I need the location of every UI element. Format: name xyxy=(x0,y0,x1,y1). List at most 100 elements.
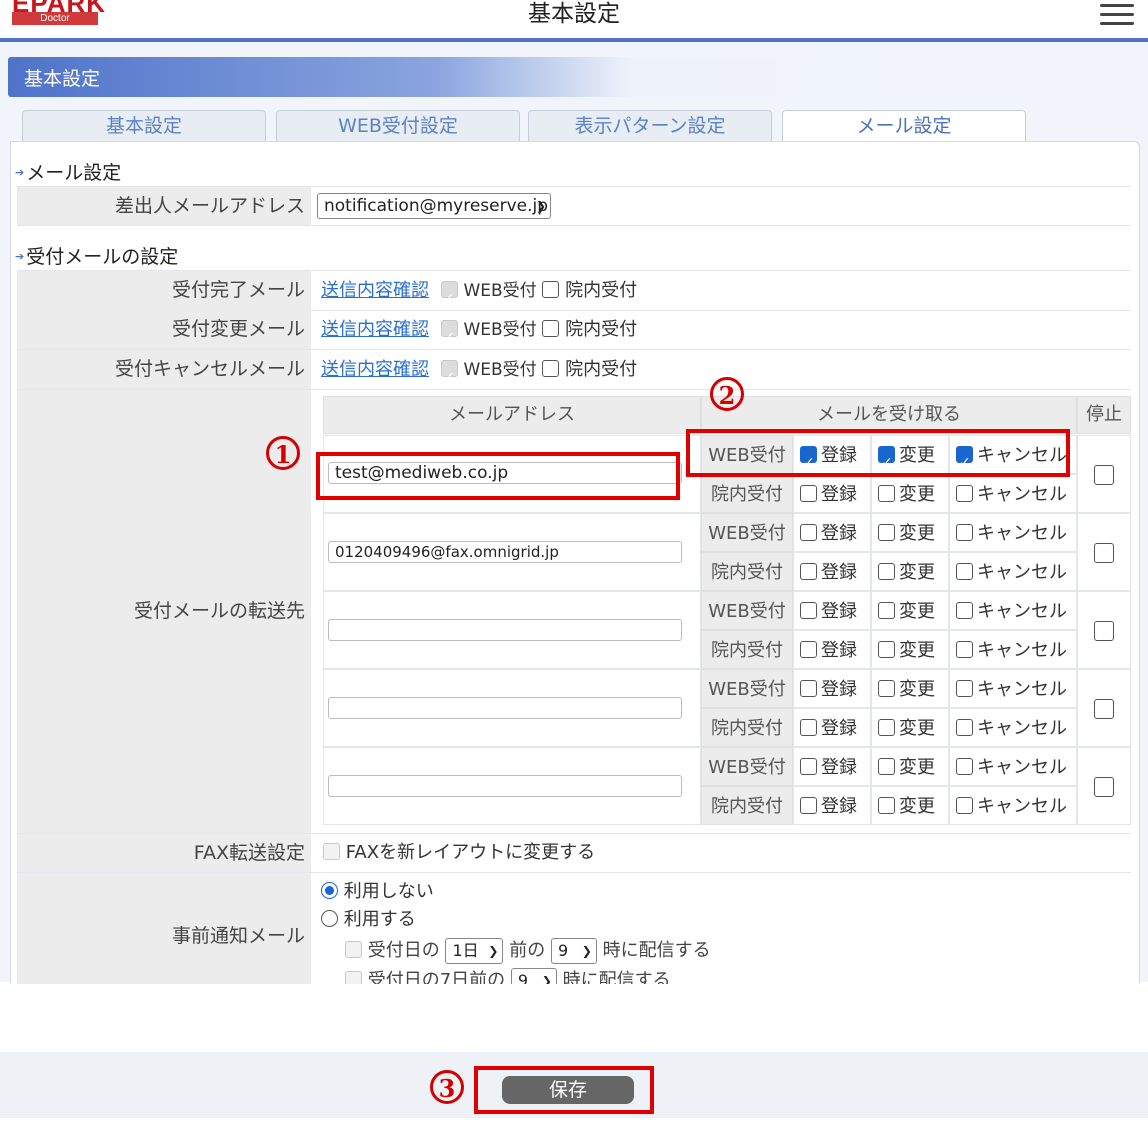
clinic-reception-checkbox[interactable] xyxy=(542,281,560,298)
advance-notice-row: 事前通知メール 利用しない 利用する 受付日の 1日 ❯ 前の 9 ❯ 時に配信する… xyxy=(17,873,1131,984)
forward-clinic-cancel-option[interactable]: キャンセル xyxy=(949,630,1077,669)
checkbox[interactable] xyxy=(800,797,817,814)
checkbox[interactable] xyxy=(878,602,895,619)
tab-basic-settings[interactable]: 基本設定 xyxy=(22,110,266,142)
advance-off-option[interactable]: 利用しない xyxy=(321,879,434,905)
tab-mail-settings[interactable]: メール設定 xyxy=(782,110,1026,143)
hamburger-menu-icon[interactable] xyxy=(1100,4,1134,25)
forward-web-cancel-option[interactable]: キャンセル xyxy=(949,513,1077,552)
checkbox[interactable] xyxy=(878,797,895,814)
forward-web-cancel-option[interactable]: キャンセル xyxy=(949,591,1077,630)
days-before-select[interactable]: 1日 ❯ xyxy=(445,938,504,964)
forward-clinic-cancel-option[interactable]: キャンセル xyxy=(949,552,1077,591)
checkbox[interactable] xyxy=(878,641,895,658)
stop-checkbox[interactable] xyxy=(1094,621,1114,641)
forward-address-input[interactable] xyxy=(328,619,682,641)
forward-web-change-option[interactable]: 変更 xyxy=(871,591,949,630)
checkbox[interactable] xyxy=(800,758,817,775)
forward-address-input[interactable] xyxy=(328,775,682,797)
option-label: キャンセル xyxy=(977,796,1067,817)
forward-clinic-change-option[interactable]: 変更 xyxy=(871,630,949,669)
sender-address-value: notification@myreserve.jp xyxy=(324,196,549,216)
forward-clinic-change-option[interactable]: 変更 xyxy=(871,552,949,591)
advance-day-checkbox[interactable] xyxy=(345,941,362,958)
forward-address-input[interactable]: 0120409496@fax.omnigrid.jp xyxy=(328,541,682,563)
checkbox[interactable] xyxy=(878,485,895,502)
tab-web-reception[interactable]: WEB受付設定 xyxy=(276,110,520,142)
forward-clinic-register-option[interactable]: 登録 xyxy=(793,552,871,591)
forward-clinic-cancel-option[interactable]: キャンセル xyxy=(949,786,1077,825)
option-label: 変更 xyxy=(899,640,935,661)
advance-on-option[interactable]: 利用する xyxy=(321,907,416,933)
forward-web-register-option[interactable]: 登録 xyxy=(793,513,871,552)
forward-address-input[interactable] xyxy=(328,697,682,719)
checkbox[interactable] xyxy=(878,524,895,541)
checkbox[interactable] xyxy=(956,485,973,502)
forward-stop-cell xyxy=(1077,669,1131,747)
checkbox[interactable] xyxy=(878,758,895,775)
stop-checkbox[interactable] xyxy=(1094,543,1114,563)
section-header: 基本設定 xyxy=(8,57,1138,97)
forward-clinic-cancel-option[interactable]: キャンセル xyxy=(949,708,1077,747)
tab-display-pattern[interactable]: 表示パターン設定 xyxy=(528,110,772,142)
checkbox[interactable] xyxy=(956,563,973,580)
radio-on[interactable] xyxy=(321,910,338,927)
highlight-box-save xyxy=(474,1066,654,1114)
stop-checkbox[interactable] xyxy=(1094,777,1114,797)
preview-link[interactable]: 送信内容確認 xyxy=(321,319,429,340)
preview-link[interactable]: 送信内容確認 xyxy=(321,359,429,380)
web-reception-checkbox xyxy=(440,279,458,318)
forward-web-change-option[interactable]: 変更 xyxy=(871,669,949,708)
clinic-reception-checkbox[interactable] xyxy=(542,360,560,377)
checkbox[interactable] xyxy=(956,797,973,814)
forward-web-cancel-option[interactable]: キャンセル xyxy=(949,669,1077,708)
clinic-reception-checkbox[interactable] xyxy=(542,320,560,337)
sender-address-select[interactable]: notification@myreserve.jp ❯ xyxy=(317,193,551,219)
checkbox[interactable] xyxy=(800,524,817,541)
checkbox[interactable] xyxy=(956,719,973,736)
clinic-reception-kind: 院内受付 xyxy=(701,630,793,669)
forward-clinic-register-option[interactable]: 登録 xyxy=(793,630,871,669)
forward-clinic-change-option[interactable]: 変更 xyxy=(871,708,949,747)
forward-web-register-option[interactable]: 登録 xyxy=(793,669,871,708)
radio-off[interactable] xyxy=(321,882,338,899)
forward-clinic-cancel-option[interactable]: キャンセル xyxy=(949,474,1077,513)
fax-layout-checkbox[interactable] xyxy=(323,843,340,860)
checkbox[interactable] xyxy=(800,719,817,736)
forward-clinic-register-option[interactable]: 登録 xyxy=(793,786,871,825)
forward-web-register-option[interactable]: 登録 xyxy=(793,747,871,786)
forward-clinic-change-option[interactable]: 変更 xyxy=(871,474,949,513)
forward-address-cell xyxy=(323,591,701,669)
hour-select[interactable]: 9 ❯ xyxy=(510,968,557,984)
clinic-reception-kind: 院内受付 xyxy=(701,708,793,747)
web-reception-checkbox xyxy=(440,318,458,357)
forward-clinic-register-option[interactable]: 登録 xyxy=(793,708,871,747)
hour-select[interactable]: 9 ❯ xyxy=(550,938,597,964)
advance-week-checkbox[interactable] xyxy=(345,971,362,984)
checkbox[interactable] xyxy=(800,602,817,619)
checkbox[interactable] xyxy=(878,680,895,697)
checkbox[interactable] xyxy=(800,485,817,502)
option-label: キャンセル xyxy=(977,562,1067,583)
forward-web-change-option[interactable]: 変更 xyxy=(871,513,949,552)
checkbox[interactable] xyxy=(956,758,973,775)
stop-checkbox[interactable] xyxy=(1094,465,1114,485)
option-label: 登録 xyxy=(821,796,857,817)
checkbox[interactable] xyxy=(956,680,973,697)
forward-web-register-option[interactable]: 登録 xyxy=(793,591,871,630)
forward-clinic-change-option[interactable]: 変更 xyxy=(871,786,949,825)
forward-web-change-option[interactable]: 変更 xyxy=(871,747,949,786)
checkbox[interactable] xyxy=(800,680,817,697)
checkbox[interactable] xyxy=(956,641,973,658)
preview-link[interactable]: 送信内容確認 xyxy=(321,280,429,301)
chevron-down-icon: ❯ xyxy=(535,199,546,213)
checkbox[interactable] xyxy=(878,719,895,736)
checkbox[interactable] xyxy=(878,563,895,580)
stop-checkbox[interactable] xyxy=(1094,699,1114,719)
checkbox[interactable] xyxy=(956,602,973,619)
checkbox[interactable] xyxy=(800,563,817,580)
checkbox[interactable] xyxy=(800,641,817,658)
forward-clinic-register-option[interactable]: 登録 xyxy=(793,474,871,513)
checkbox[interactable] xyxy=(956,524,973,541)
forward-web-cancel-option[interactable]: キャンセル xyxy=(949,747,1077,786)
